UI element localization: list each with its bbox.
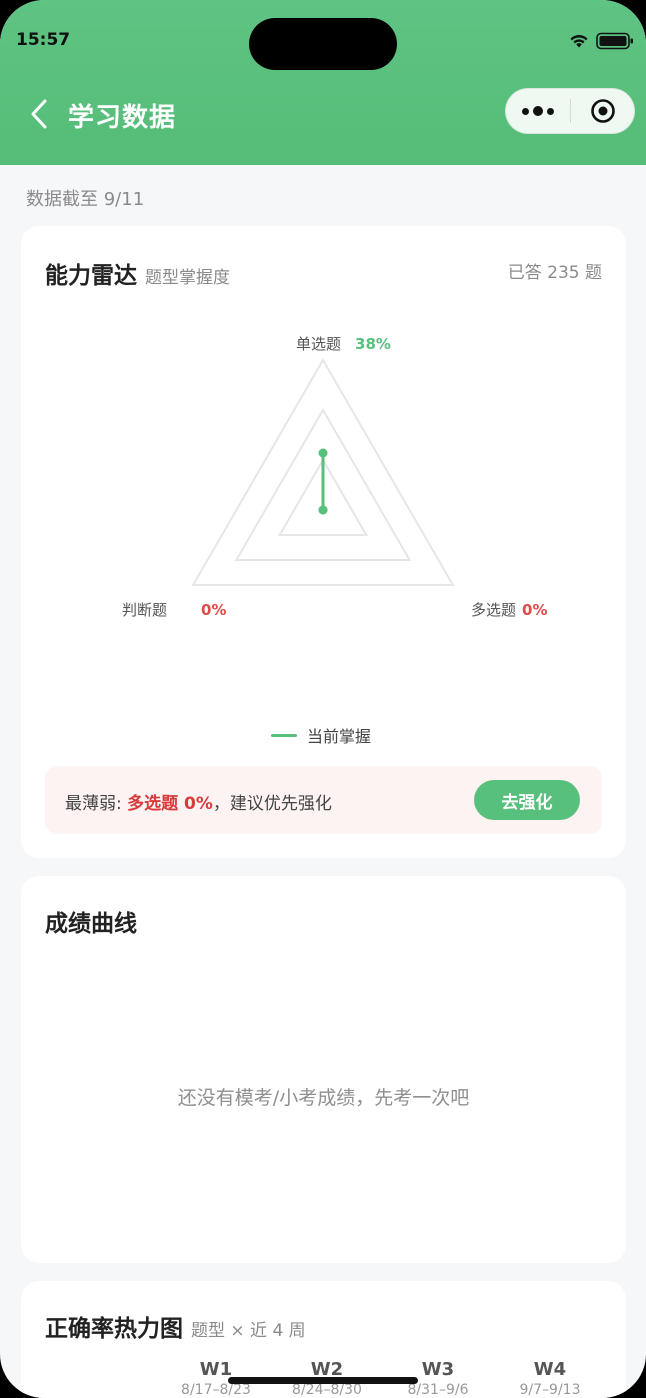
score-card: 成绩曲线 还没有模考/小考成绩，先考一次吧 (21, 876, 626, 1263)
weakest-item: 多选题 0% (127, 794, 213, 814)
legend-swatch (271, 733, 297, 737)
axis-name-judge: 判断题 (122, 601, 168, 619)
screen: 15:57 学习数据 数据截至 9/11 能力雷达 题型掌握度 已答 235 题… (0, 0, 646, 1398)
week-range: 8/24–8/30 (292, 1382, 362, 1398)
score-card-title: 成绩曲线 (45, 911, 137, 937)
strengthen-button[interactable]: 去强化 (474, 780, 580, 820)
weakest-text: 最薄弱: 多选题 0%，建议优先强化 (65, 789, 332, 814)
radar-point-0 (318, 448, 328, 458)
radar-card: 能力雷达 题型掌握度 已答 235 题 单选题 38% 多选题 0% 判断题 0% 当前… (21, 226, 626, 858)
legend-label: 当前掌握 (307, 727, 372, 746)
week-range: 8/31–9/6 (407, 1382, 469, 1398)
status-time: 15:57 (16, 30, 71, 50)
week-header: W4 9/7–9/13 (495, 1359, 605, 1398)
data-date: 数据截至 9/11 (26, 189, 145, 210)
axis-label-judge: 判断题 0% (122, 599, 226, 620)
radar-chart (191, 357, 455, 586)
page-title: 学习数据 (68, 103, 177, 133)
week-range: 9/7–9/13 (519, 1382, 581, 1398)
close-miniapp-button[interactable] (571, 89, 634, 133)
axis-name-single: 单选题 (296, 335, 342, 353)
weakest-prefix: 最薄弱: (65, 794, 128, 814)
score-empty-text: 还没有模考/小考成绩，先考一次吧 (177, 1087, 470, 1109)
heatmap-title: 正确率热力图 (45, 1316, 183, 1342)
target-icon (590, 99, 615, 123)
axis-pct-multi: 0% (522, 601, 548, 619)
chevron-left-icon (31, 99, 47, 129)
dynamic-island (249, 18, 397, 70)
axis-pct-single: 38% (355, 335, 391, 353)
weakest-banner: 最薄弱: 多选题 0%，建议优先强化 去强化 (45, 766, 602, 834)
wifi-icon (570, 35, 588, 48)
more-button[interactable] (506, 89, 570, 133)
miniapp-capsule (505, 88, 635, 134)
back-button[interactable] (24, 96, 54, 132)
more-dots-icon (522, 107, 529, 115)
chart-legend: 当前掌握 (271, 723, 371, 747)
heatmap-card-title: 正确率热力图 题型 × 近 4 周 (45, 1309, 306, 1343)
week-range: 8/17–8/23 (181, 1382, 251, 1398)
home-indicator (228, 1377, 418, 1384)
week-name: W4 (533, 1359, 567, 1380)
weakest-suffix: ，建议优先强化 (212, 794, 332, 814)
axis-name-multi: 多选题 (471, 601, 517, 619)
axis-label-single: 单选题 38% (296, 333, 391, 354)
status-icons (568, 32, 634, 50)
heatmap-subtitle: 题型 × 近 4 周 (191, 1321, 306, 1341)
nav-header: 15:57 学习数据 (0, 0, 646, 165)
axis-pct-judge: 0% (201, 601, 227, 619)
battery-icon (596, 32, 633, 50)
radar-point-2 (318, 505, 328, 515)
axis-label-multi: 多选题 0% (471, 599, 547, 620)
